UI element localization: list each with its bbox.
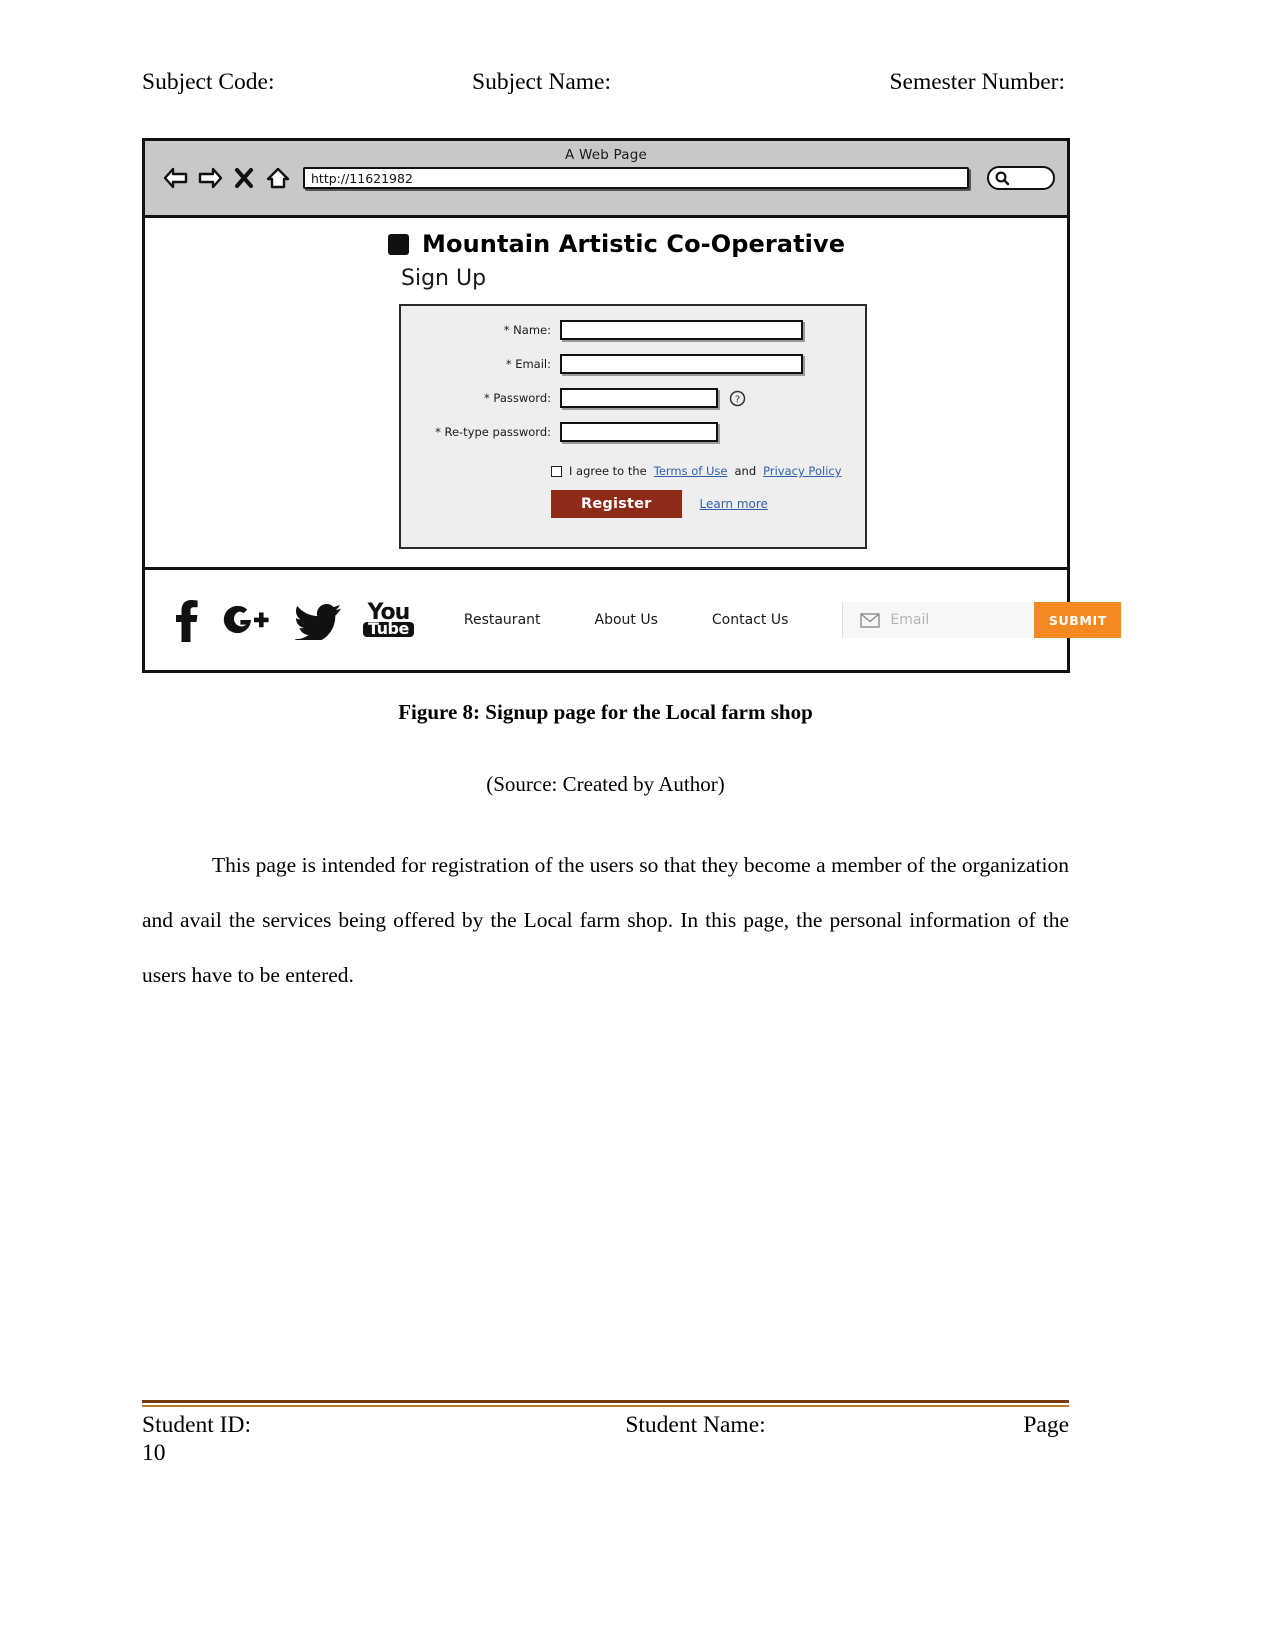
figure-caption: Figure 8: Signup page for the Local farm… xyxy=(398,700,813,724)
document-page: Subject Code: Subject Name: Semester Num… xyxy=(0,0,1275,1651)
student-id-label: Student ID: xyxy=(142,1412,252,1438)
subject-code-label: Subject Code: xyxy=(142,69,275,95)
footer-link-about-us[interactable]: About Us xyxy=(595,612,658,628)
footer-link-contact-us[interactable]: Contact Us xyxy=(712,612,788,628)
youtube-tube-text: Tube xyxy=(363,621,414,638)
url-text: http://11621982 xyxy=(311,170,413,186)
home-icon[interactable] xyxy=(265,165,291,191)
agree-checkbox[interactable] xyxy=(551,465,562,477)
page-title: Sign Up xyxy=(401,266,487,291)
learn-more-link[interactable]: Learn more xyxy=(700,497,768,511)
svg-text:?: ? xyxy=(735,394,740,405)
student-name-label: Student Name: xyxy=(625,1412,766,1438)
browser-viewport: Mountain Artistic Co-Operative Sign Up *… xyxy=(145,218,1122,670)
retype-password-label: * Re-type password: xyxy=(435,425,551,439)
document-footer: Student ID: Student Name: Page xyxy=(142,1412,1069,1439)
password-input[interactable] xyxy=(560,388,718,408)
browser-search-box[interactable] xyxy=(987,166,1055,190)
page-number: 10 xyxy=(142,1440,166,1466)
retype-password-input[interactable] xyxy=(560,422,718,442)
footer-link-restaurant[interactable]: Restaurant xyxy=(464,612,541,628)
back-arrow-icon[interactable] xyxy=(163,165,189,191)
youtube-icon[interactable]: You Tube xyxy=(363,601,414,638)
agree-terms-row: I agree to the Terms of Use and Privacy … xyxy=(551,464,865,478)
form-actions: Register Learn more xyxy=(551,490,865,518)
register-button[interactable]: Register xyxy=(551,490,682,518)
form-row-password: * Password: ? xyxy=(401,388,865,408)
page-label: Page xyxy=(1023,1412,1069,1438)
body-paragraph: This page is intended for registration o… xyxy=(142,853,1069,987)
figure-image: A Web Page http://11621982 Mountain Arti… xyxy=(142,138,1122,673)
document-header: Subject Code: Subject Name: Semester Num… xyxy=(142,68,1069,96)
footer-rule xyxy=(142,1400,1069,1407)
terms-of-use-link[interactable]: Terms of Use xyxy=(654,464,728,478)
browser-toolbar: http://11621982 xyxy=(145,163,1067,191)
form-row-name: * Name: xyxy=(401,320,865,340)
footer-rule-light xyxy=(142,1405,1069,1407)
google-plus-icon[interactable] xyxy=(221,600,275,640)
subject-name-label: Subject Name: xyxy=(472,69,612,95)
semester-number-label: Semester Number: xyxy=(889,69,1065,95)
password-label: * Password: xyxy=(484,391,551,405)
newsletter-email-placeholder: Email xyxy=(890,612,930,628)
figure-source: (Source: Created by Author) xyxy=(486,772,725,796)
url-input[interactable]: http://11621982 xyxy=(303,167,969,189)
site-content: Mountain Artistic Co-Operative Sign Up *… xyxy=(145,218,1067,567)
twitter-icon[interactable] xyxy=(295,600,343,640)
browser-chrome: A Web Page http://11621982 xyxy=(145,141,1067,218)
form-row-retype-password: * Re-type password: xyxy=(401,422,865,442)
help-question-icon[interactable]: ? xyxy=(729,390,746,407)
footer-nav: Restaurant About Us Contact Us xyxy=(464,612,843,628)
email-input[interactable] xyxy=(560,354,803,374)
site-footer: You Tube Restaurant About Us Contact Us xyxy=(145,567,1122,670)
email-label: * Email: xyxy=(505,357,551,371)
facebook-icon[interactable] xyxy=(171,598,201,642)
newsletter-email-input[interactable]: Email xyxy=(843,602,1035,638)
name-label: * Name: xyxy=(503,323,551,337)
agree-middle-text: and xyxy=(734,464,757,478)
privacy-policy-link[interactable]: Privacy Policy xyxy=(763,464,841,478)
form-row-email: * Email: xyxy=(401,354,865,374)
newsletter-subscribe: Email SUBMIT xyxy=(842,602,1122,638)
agree-prefix-text: I agree to the xyxy=(569,464,647,478)
search-icon xyxy=(995,171,1010,186)
envelope-icon xyxy=(860,612,881,628)
name-input[interactable] xyxy=(560,320,803,340)
forward-arrow-icon[interactable] xyxy=(197,165,223,191)
footer-rule-dark xyxy=(142,1400,1069,1403)
signup-form: * Name: * Email: * Password: ? * Re-type… xyxy=(399,304,867,549)
newsletter-submit-button[interactable]: SUBMIT xyxy=(1034,602,1122,638)
site-brand: Mountain Artistic Co-Operative xyxy=(388,230,845,258)
browser-mockup: A Web Page http://11621982 Mountain Arti… xyxy=(142,138,1122,673)
browser-window-title: A Web Page xyxy=(565,147,647,163)
social-links: You Tube xyxy=(171,598,414,642)
brand-name: Mountain Artistic Co-Operative xyxy=(422,230,846,258)
stop-x-icon[interactable] xyxy=(231,165,257,191)
brand-logo-icon xyxy=(388,233,409,255)
